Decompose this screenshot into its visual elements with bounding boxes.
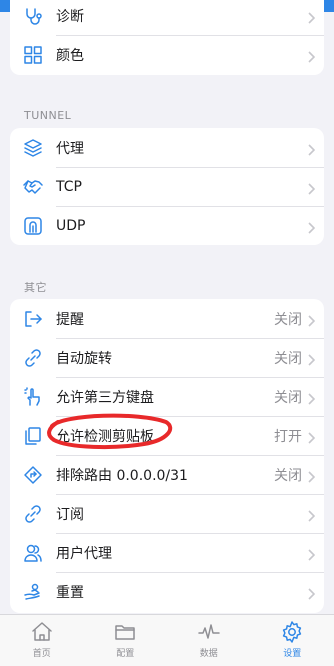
row-diagnostics[interactable]: 诊断 bbox=[10, 0, 324, 35]
udp-icon bbox=[23, 216, 43, 236]
row-label: TCP bbox=[56, 178, 82, 195]
row-label: 排除路由 0.0.0.0/31 bbox=[56, 467, 188, 484]
row-label: 允许检测剪贴板 bbox=[56, 428, 154, 445]
tab-home[interactable]: 首页 bbox=[0, 615, 84, 666]
general-card: 诊断 颜色 bbox=[10, 0, 324, 75]
chevron-right-icon bbox=[308, 180, 316, 195]
home-icon bbox=[32, 622, 52, 641]
section-header-other: 其它 bbox=[24, 281, 47, 294]
row-udp[interactable]: UDP bbox=[10, 206, 324, 245]
row-user-agent[interactable]: 用户代理 bbox=[10, 533, 324, 572]
tab-label: 设置 bbox=[283, 649, 302, 659]
link-icon bbox=[23, 504, 43, 524]
chevron-right-icon bbox=[308, 219, 316, 234]
row-label: 允许第三方键盘 bbox=[56, 389, 154, 406]
copy-icon bbox=[23, 426, 43, 446]
folder-icon bbox=[115, 625, 135, 640]
row-value: 关闭 bbox=[274, 311, 302, 328]
layers-icon bbox=[23, 138, 43, 158]
pulse-icon bbox=[198, 624, 220, 639]
other-card: 提醒 关闭 自动旋转 关闭 允许第三方键盘 关闭 允许检测剪贴板 打开 排除路由… bbox=[10, 299, 324, 613]
row-color[interactable]: 颜色 bbox=[10, 35, 324, 74]
chevron-right-icon bbox=[308, 585, 316, 600]
chevron-right-icon bbox=[308, 429, 316, 444]
chevron-right-icon bbox=[308, 351, 316, 366]
row-value: 关闭 bbox=[274, 350, 302, 367]
row-proxy[interactable]: 代理 bbox=[10, 128, 324, 167]
link-icon bbox=[23, 348, 43, 368]
chevron-right-icon bbox=[308, 9, 316, 24]
row-auto-rotate[interactable]: 自动旋转 关闭 bbox=[10, 338, 324, 377]
gear-icon bbox=[283, 621, 302, 643]
row-label: 颜色 bbox=[56, 47, 84, 64]
row-exclude-route[interactable]: 排除路由 0.0.0.0/31 关闭 bbox=[10, 455, 324, 494]
row-subscribe[interactable]: 订阅 bbox=[10, 494, 324, 533]
tab-label: 数据 bbox=[199, 649, 218, 659]
tab-label: 配置 bbox=[116, 649, 135, 659]
handshake-icon bbox=[23, 177, 43, 197]
chevron-right-icon bbox=[308, 468, 316, 483]
tab-label: 首页 bbox=[32, 649, 51, 659]
users-icon bbox=[23, 543, 43, 563]
chevron-right-icon bbox=[308, 141, 316, 156]
route-icon bbox=[23, 465, 43, 485]
chevron-right-icon bbox=[308, 507, 316, 522]
row-value: 关闭 bbox=[274, 389, 302, 406]
row-clipboard-detect[interactable]: 允许检测剪贴板 打开 bbox=[10, 416, 324, 455]
row-label: 提醒 bbox=[56, 311, 84, 328]
row-label: 自动旋转 bbox=[56, 350, 112, 367]
tab-settings[interactable]: 设置 bbox=[251, 615, 334, 666]
row-value: 关闭 bbox=[274, 467, 302, 484]
row-label: 重置 bbox=[56, 584, 84, 601]
row-tcp[interactable]: TCP bbox=[10, 167, 324, 206]
row-reset[interactable]: 重置 bbox=[10, 572, 324, 611]
tab-bar: 首页 配置 数据 设置 bbox=[0, 614, 334, 666]
chevron-right-icon bbox=[308, 48, 316, 63]
row-third-party-keyboard[interactable]: 允许第三方键盘 关闭 bbox=[10, 377, 324, 416]
row-label: UDP bbox=[56, 217, 86, 234]
row-value: 打开 bbox=[274, 428, 302, 445]
tab-config[interactable]: 配置 bbox=[84, 615, 168, 666]
tab-data[interactable]: 数据 bbox=[167, 615, 251, 666]
tunnel-card: 代理 TCP UDP bbox=[10, 128, 324, 245]
row-reminder[interactable]: 提醒 关闭 bbox=[10, 299, 324, 338]
reset-icon bbox=[23, 582, 43, 602]
row-label: 诊断 bbox=[56, 8, 84, 25]
stethoscope-icon bbox=[23, 6, 43, 26]
chevron-right-icon bbox=[308, 312, 316, 327]
chevron-right-icon bbox=[308, 546, 316, 561]
grid-icon bbox=[23, 45, 43, 65]
hand-pointer-icon bbox=[23, 386, 43, 407]
row-label: 用户代理 bbox=[56, 545, 112, 562]
row-label: 代理 bbox=[56, 140, 84, 157]
row-label: 订阅 bbox=[56, 506, 84, 523]
section-header-tunnel: TUNNEL bbox=[24, 109, 72, 122]
exit-icon bbox=[23, 309, 43, 329]
chevron-right-icon bbox=[308, 390, 316, 405]
